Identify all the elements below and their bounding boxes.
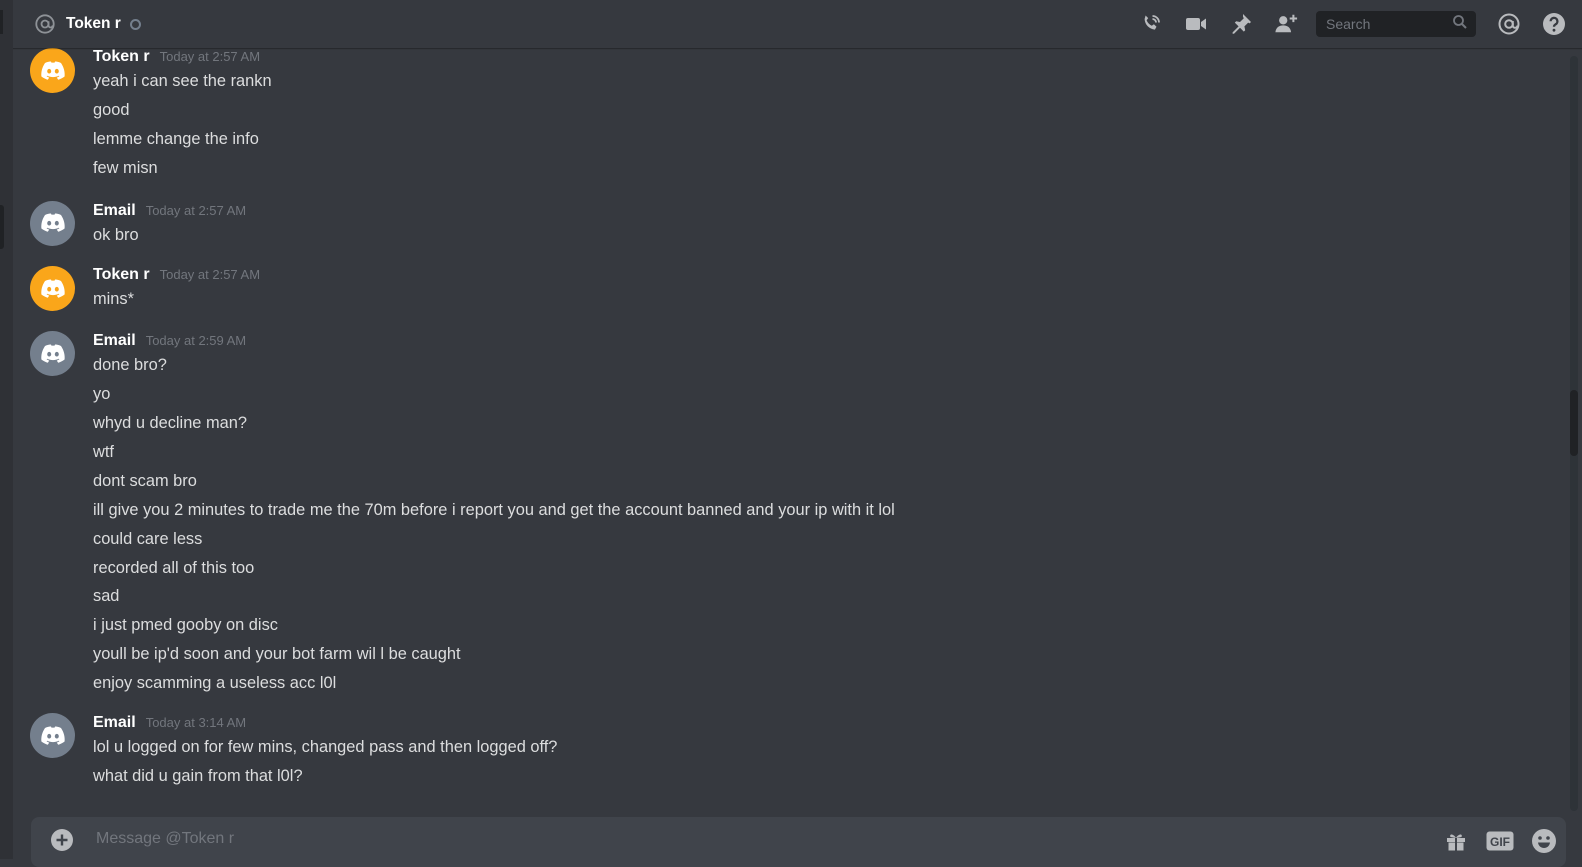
call-icon[interactable]	[1139, 12, 1163, 36]
channel-title: Token r	[66, 15, 121, 32]
emoji-icon[interactable]	[1530, 827, 1558, 855]
message-line: dont scam bro	[93, 471, 197, 490]
discord-logo-icon	[40, 213, 65, 232]
message-group: Token r Today at 2:57 AM yeah i can see …	[13, 48, 1568, 186]
message-header: Token r Today at 2:57 AM	[93, 48, 1568, 70]
rail-selection-pill	[0, 205, 4, 249]
svg-text:GIF: GIF	[1490, 835, 1510, 849]
video-icon[interactable]	[1184, 12, 1208, 36]
message-group: Email Today at 2:57 AM ok bro	[13, 200, 1568, 253]
message-line: whyd u decline man?	[93, 414, 247, 433]
avatar[interactable]	[30, 200, 75, 246]
timestamp: Today at 2:57 AM	[159, 49, 261, 64]
scrollbar-thumb[interactable]	[1570, 390, 1578, 456]
avatar[interactable]	[30, 48, 75, 93]
message-line: ok bro	[93, 225, 139, 244]
author-name[interactable]: Token r	[93, 48, 150, 66]
rail-notch	[0, 10, 3, 34]
message-header: Email Today at 3:14 AM	[93, 714, 1568, 736]
author-name[interactable]: Email	[93, 202, 136, 220]
message-line: lol u logged on for few mins, changed pa…	[93, 738, 558, 757]
message-list[interactable]: Token r Today at 2:57 AM yeah i can see …	[13, 48, 1568, 819]
help-icon[interactable]	[1542, 12, 1566, 36]
message-line: yeah i can see the rankn	[93, 72, 272, 90]
add-friend-icon[interactable]	[1274, 12, 1298, 36]
message-line: few misn	[93, 158, 158, 177]
message-group: Email Today at 3:14 AM lol u logged on f…	[13, 713, 1568, 794]
message-line: yo	[93, 385, 111, 404]
message-line: what did u gain from that l0l?	[93, 766, 303, 785]
message-line: wtf	[93, 443, 114, 462]
discord-logo-icon	[40, 344, 65, 363]
message-line: lemme change the info	[93, 129, 259, 148]
message-header: Token r Today at 2:57 AM	[93, 266, 1568, 288]
channel-header: Token r	[13, 0, 1582, 48]
mentions-icon[interactable]	[1497, 12, 1521, 36]
discord-logo-icon	[40, 61, 65, 80]
message-line: ill give you 2 minutes to trade me the 7…	[93, 500, 895, 519]
avatar[interactable]	[30, 266, 75, 312]
add-attachment-icon[interactable]	[50, 828, 74, 852]
timestamp: Today at 2:57 AM	[145, 202, 247, 218]
message-header: Email Today at 2:59 AM	[93, 332, 1568, 354]
server-rail-edge	[0, 0, 13, 859]
message-group: Token r Today at 2:57 AM mins*	[13, 266, 1568, 317]
pin-icon[interactable]	[1229, 12, 1253, 36]
discord-logo-icon	[40, 726, 65, 745]
author-name[interactable]: Email	[93, 332, 136, 350]
message-line: done bro?	[93, 356, 167, 375]
gift-icon[interactable]	[1442, 827, 1470, 855]
composer-actions: GIF	[1426, 827, 1558, 855]
search-icon	[1452, 14, 1468, 34]
author-name[interactable]: Token r	[93, 266, 150, 284]
message-line: enjoy scamming a useless acc l0l	[93, 674, 337, 693]
discord-logo-icon	[40, 279, 65, 298]
message-line: i just pmed gooby on disc	[93, 616, 278, 635]
timestamp: Today at 2:59 AM	[145, 333, 247, 349]
message-line: good	[93, 100, 130, 119]
search-input[interactable]	[1324, 15, 1452, 33]
message-group: Email Today at 2:59 AM done bro? yo whyd…	[13, 331, 1568, 701]
avatar[interactable]	[30, 713, 75, 759]
message-line: mins*	[93, 290, 134, 309]
message-line: youll be ip'd soon and your bot farm wil…	[93, 645, 461, 664]
status-dot	[129, 18, 141, 30]
timestamp: Today at 3:14 AM	[145, 715, 247, 731]
message-line: could care less	[93, 529, 203, 548]
scrollbar-track[interactable]	[1570, 56, 1578, 811]
timestamp: Today at 2:57 AM	[159, 267, 261, 283]
message-line: recorded all of this too	[93, 558, 255, 577]
gif-icon[interactable]: GIF	[1486, 827, 1514, 855]
author-name[interactable]: Email	[93, 714, 136, 732]
message-input[interactable]	[94, 829, 1298, 849]
header-toolbar	[1118, 11, 1582, 37]
at-icon	[33, 12, 57, 36]
message-composer: GIF	[31, 817, 1566, 867]
avatar[interactable]	[30, 331, 75, 377]
search-box[interactable]	[1316, 11, 1476, 37]
message-line: sad	[93, 587, 120, 606]
message-header: Email Today at 2:57 AM	[93, 202, 1568, 224]
